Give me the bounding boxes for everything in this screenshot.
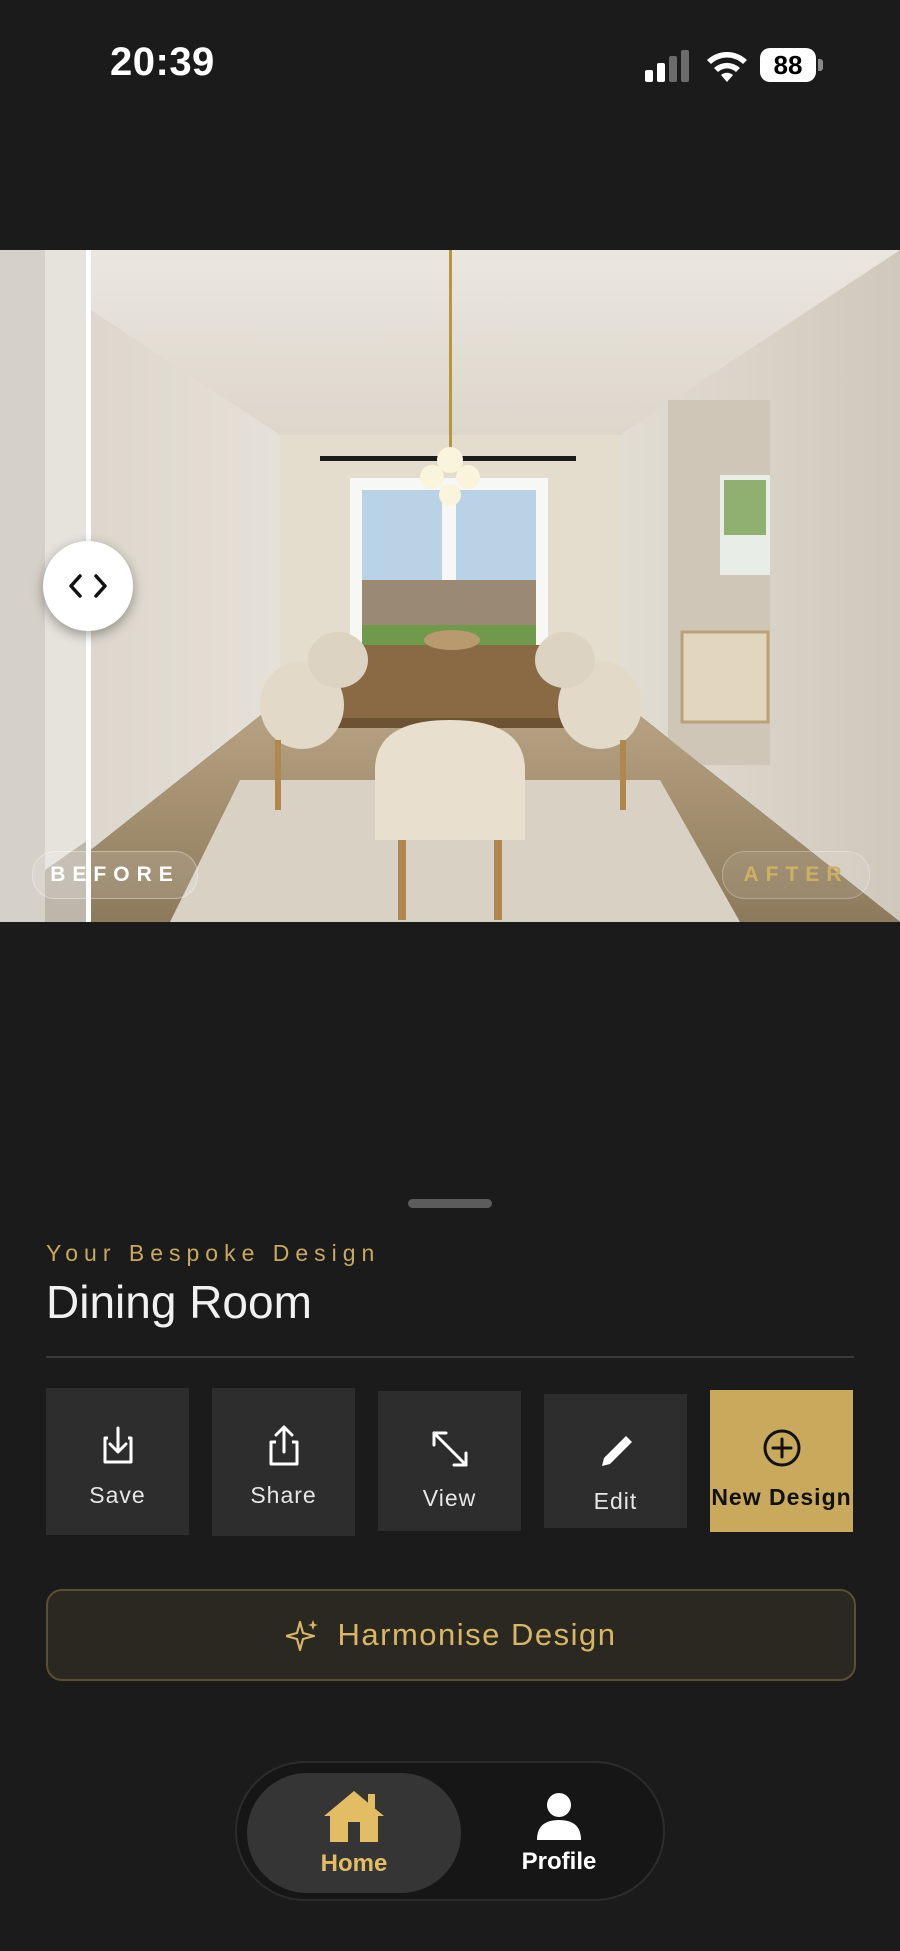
save-label: Save (89, 1482, 146, 1508)
share-icon (269, 1425, 298, 1466)
battery-indicator: 88 (760, 48, 824, 84)
sparkle-icon (285, 1620, 318, 1652)
battery-level: 88 (760, 48, 816, 82)
share-label: Share (250, 1482, 317, 1508)
new-design-label: New Design (711, 1484, 852, 1510)
design-kicker: Your Bespoke Design (46, 1240, 381, 1266)
room-photo (0, 250, 900, 922)
share-button[interactable]: Share (212, 1388, 355, 1536)
download-icon (103, 1426, 132, 1464)
bottom-tab-bar: Home Profile (235, 1761, 665, 1901)
before-label: BEFORE (32, 851, 198, 899)
chevron-left-right-icon (69, 574, 107, 598)
edit-label: Edit (593, 1488, 638, 1514)
divider (46, 1356, 854, 1358)
sheet-grabber[interactable] (408, 1199, 492, 1208)
view-label: View (422, 1485, 477, 1511)
expand-icon (432, 1431, 467, 1467)
save-button[interactable]: Save (46, 1388, 189, 1535)
before-after-compare[interactable]: BEFORE AFTER (0, 250, 900, 922)
view-button[interactable]: View (378, 1391, 521, 1531)
person-icon (537, 1793, 581, 1840)
harmonise-label: Harmonise Design (337, 1617, 617, 1652)
home-icon (324, 1791, 384, 1842)
pencil-icon (601, 1436, 632, 1466)
room-title: Dining Room (46, 1276, 312, 1328)
after-label: AFTER (722, 851, 870, 899)
tab-profile[interactable]: Profile (461, 1773, 657, 1893)
tab-profile-label: Profile (521, 1848, 597, 1875)
new-design-button[interactable]: New Design (710, 1390, 853, 1532)
harmonise-design-button[interactable]: Harmonise Design (46, 1589, 856, 1681)
plus-circle-icon (763, 1429, 800, 1467)
compare-slider-handle[interactable] (43, 541, 133, 631)
cellular-signal-icon (645, 50, 689, 82)
wifi-icon (707, 52, 747, 82)
tab-home[interactable]: Home (247, 1773, 461, 1893)
tab-home-label: Home (320, 1850, 388, 1877)
status-time: 20:39 (110, 40, 215, 84)
edit-button[interactable]: Edit (544, 1394, 687, 1528)
